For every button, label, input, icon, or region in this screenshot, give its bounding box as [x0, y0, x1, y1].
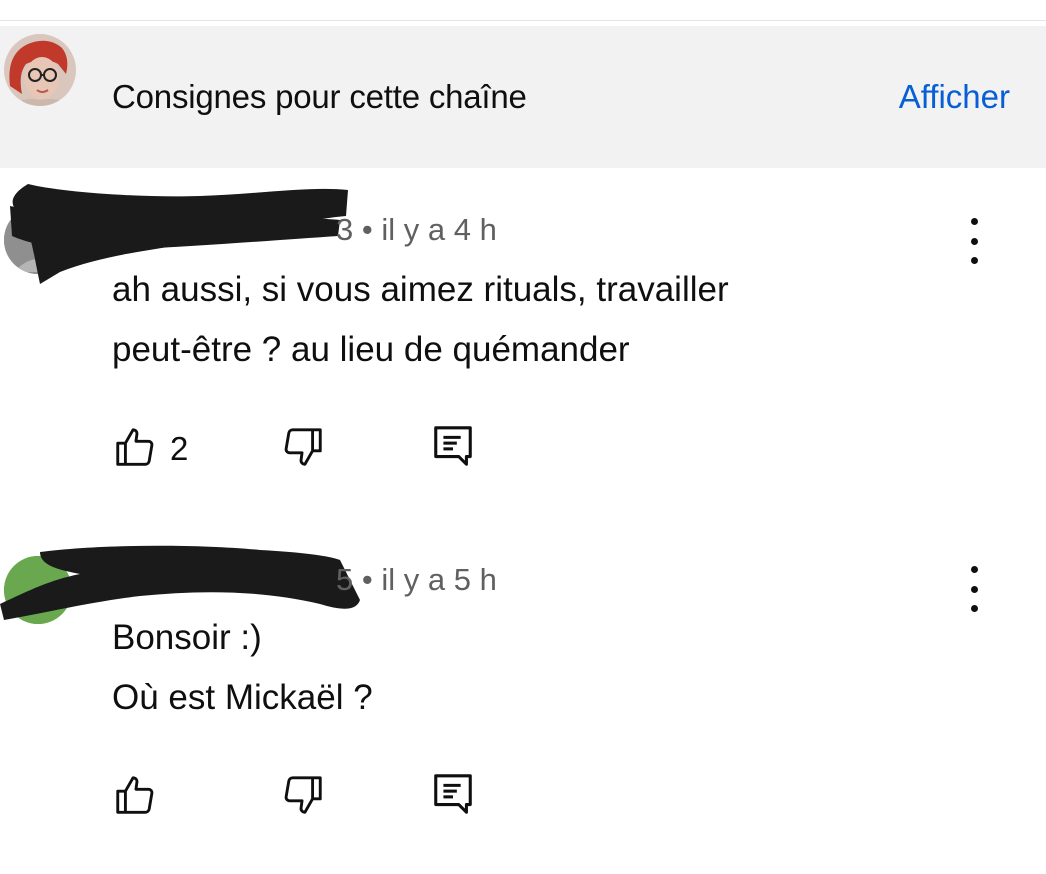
comment-meta: 3 • il y a 4 h	[336, 212, 497, 248]
reply-icon	[434, 774, 472, 814]
like-button[interactable]	[112, 772, 158, 823]
comment-line: peut-être ? au lieu de quémander	[112, 330, 630, 369]
meta-separator: •	[361, 212, 373, 247]
author-name-fragment[interactable]: 3	[336, 212, 353, 247]
comment-meta: 5 • il y a 5 h	[336, 562, 497, 598]
like-button[interactable]	[112, 424, 158, 475]
top-divider	[0, 0, 1046, 21]
thumb-up-icon	[116, 776, 154, 814]
like-count: 2	[170, 430, 189, 467]
comment-timestamp[interactable]: il y a 4 h	[381, 212, 496, 247]
author-name-fragment[interactable]: 5	[336, 562, 353, 597]
channel-avatar-image	[4, 34, 76, 106]
comment-body: ah aussi, si vous aimez rituals, travail…	[112, 260, 912, 380]
reply-icon	[434, 426, 472, 466]
dislike-button[interactable]	[280, 424, 326, 475]
more-vert-icon[interactable]	[958, 218, 990, 264]
comment-line: Bonsoir :)	[112, 618, 262, 657]
comment-body: Bonsoir :) Où est Mickaël ?	[112, 608, 912, 728]
thumb-up-icon	[116, 428, 154, 466]
reply-button[interactable]	[430, 422, 476, 475]
comment-timestamp[interactable]: il y a 5 h	[381, 562, 496, 597]
thumb-down-icon	[284, 776, 322, 814]
comment-line: ah aussi, si vous aimez rituals, travail…	[112, 270, 729, 309]
more-vert-icon[interactable]	[958, 566, 990, 612]
guidelines-title: Consignes pour cette chaîne	[112, 78, 527, 115]
channel-avatar[interactable]	[4, 34, 76, 106]
dislike-button[interactable]	[280, 772, 326, 823]
comment-line: Où est Mickaël ?	[112, 678, 373, 717]
show-guidelines-button[interactable]: Afficher	[899, 78, 1010, 116]
meta-separator: •	[361, 562, 373, 597]
reply-button[interactable]	[430, 770, 476, 823]
thumb-down-icon	[284, 428, 322, 466]
